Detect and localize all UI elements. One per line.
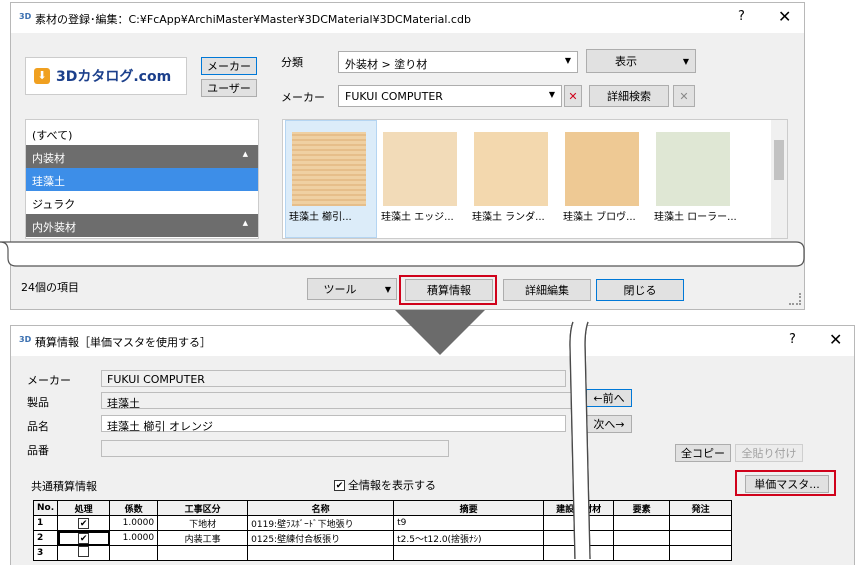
illustration-overlay <box>0 241 805 559</box>
down-arrow-icon <box>395 310 485 355</box>
cut-band <box>0 241 805 267</box>
